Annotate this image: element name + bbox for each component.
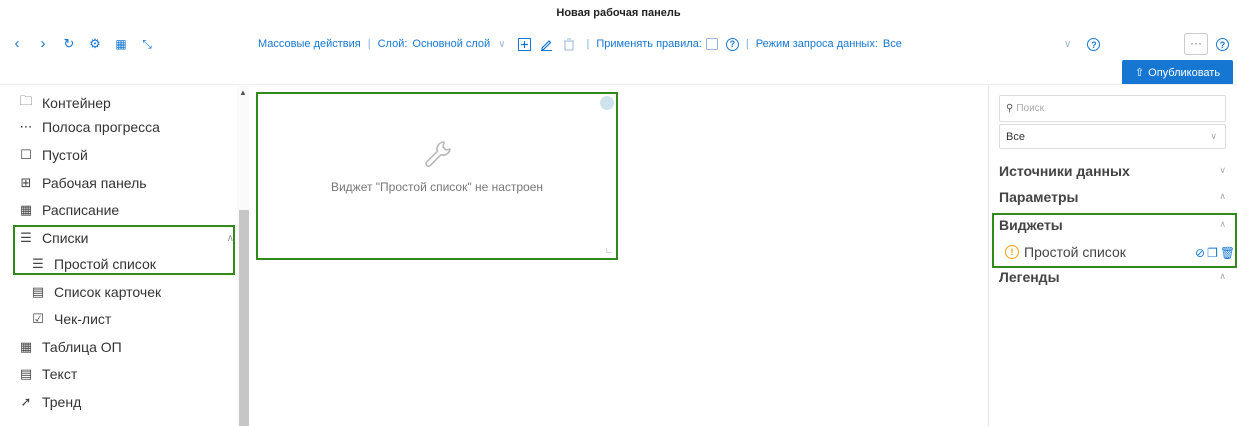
palette-item-checklist[interactable]: ☑ Чек-лист	[30, 311, 111, 327]
palette-item-label: Тренд	[42, 394, 82, 410]
widget-list-item[interactable]: ! Простой список	[1005, 244, 1126, 260]
separator: |	[367, 38, 371, 50]
checkbox-icon: ☑	[32, 311, 44, 326]
palette-item-label: Чек-лист	[54, 311, 112, 327]
delete-icon[interactable]: 🗑	[1220, 246, 1235, 260]
widget-not-configured-message: Виджет "Простой список" не настроен	[330, 180, 544, 194]
chevron-up-icon: ∧	[1219, 191, 1226, 201]
scrollbar-thumb[interactable]	[239, 210, 249, 426]
data-mode-select[interactable]: Все	[883, 38, 902, 50]
palette-item-label: Пустой	[42, 147, 88, 163]
help-icon[interactable]: ?	[725, 37, 739, 51]
chevron-down-icon: ∨	[1219, 165, 1226, 175]
chevron-down-icon[interactable]: ∨	[1064, 39, 1071, 50]
search-input[interactable]: ⚲ Поиск	[999, 95, 1226, 122]
palette-item-card-list[interactable]: ▤ Список карточек	[30, 284, 161, 300]
more-button[interactable]: ···	[1184, 33, 1208, 55]
scroll-up-arrow[interactable]: ▲	[239, 88, 247, 97]
separator: |	[586, 38, 590, 50]
section-label: Источники данных	[999, 163, 1130, 179]
apply-rules-checkbox[interactable]	[705, 38, 718, 50]
chevron-down-icon: ∨	[1210, 131, 1217, 141]
hide-icon[interactable]: ⊘	[1195, 246, 1205, 260]
progress-dots-icon: ⋯	[19, 119, 33, 134]
palette-item-progress[interactable]: ⋯ Полоса прогресса	[18, 119, 160, 135]
text-icon: ▤	[19, 366, 33, 381]
publish-button[interactable]: ⇧ Опубликовать	[1122, 60, 1233, 85]
toolbar-main: Массовые действия | Слой: Основной слой …	[258, 37, 902, 51]
wrench-icon	[425, 141, 451, 167]
section-parameters[interactable]: Параметры ∧	[999, 189, 1226, 205]
widget-item-label: Простой список	[1024, 244, 1126, 260]
palette-item-label: Рабочая панель	[42, 175, 147, 191]
help-icon[interactable]: ?	[1216, 38, 1229, 51]
trend-icon: ➚	[20, 394, 32, 409]
palette-item-label: Таблица ОП	[42, 339, 122, 355]
gear-icon[interactable]: ⚙	[88, 36, 102, 52]
toolbar: ‹ › ↻ ⚙ ▦ ⤡ Массовые действия | Слой: Ос…	[0, 32, 1237, 58]
edit-icon[interactable]	[540, 37, 554, 51]
square-icon: ☐	[20, 147, 32, 162]
chevron-right-icon[interactable]: ›	[36, 36, 50, 52]
folder-icon: 🗀	[19, 93, 33, 108]
section-label: Параметры	[999, 189, 1079, 205]
apply-rules-label: Применять правила:	[596, 38, 702, 50]
chevron-up-icon: ∧	[1219, 271, 1226, 281]
palette-item-dashboard[interactable]: ⊞ Рабочая панель	[18, 175, 147, 191]
palette-item-trend[interactable]: ➚ Тренд	[18, 394, 82, 410]
palette-item-label: Расписание	[42, 202, 120, 218]
delete-icon[interactable]	[562, 37, 576, 51]
grid-icon: ⊞	[20, 175, 32, 190]
layer-label: Слой:	[377, 38, 408, 50]
resize-handle[interactable]: ∟	[605, 246, 613, 255]
palette-item-label: Текст	[42, 366, 78, 382]
chevron-down-icon[interactable]: ∨	[498, 39, 505, 50]
divider	[0, 84, 1237, 85]
palette-item-text[interactable]: ▤ Текст	[18, 366, 77, 382]
palette-item-label: Список карточек	[54, 284, 162, 300]
table-icon: ▦	[19, 339, 33, 354]
data-mode-label: Режим запроса данных:	[755, 38, 878, 50]
fullscreen-icon[interactable]: ⤡	[140, 36, 154, 52]
publish-label: Опубликовать	[1148, 66, 1221, 79]
dashboard-icon[interactable]: ▦	[114, 36, 128, 52]
filter-value: Все	[1006, 130, 1025, 143]
bulk-actions-link[interactable]: Массовые действия	[258, 38, 361, 50]
separator: |	[745, 38, 749, 50]
layer-select[interactable]: Основной слой	[412, 38, 490, 50]
data-mode-controls: ∨ ?	[1064, 38, 1101, 51]
nav-icons: ‹ › ↻ ⚙ ▦ ⤡	[10, 36, 154, 52]
section-label: Легенды	[999, 269, 1060, 285]
search-placeholder: Поиск	[1016, 103, 1045, 114]
add-widget-icon[interactable]	[518, 37, 532, 51]
section-legends[interactable]: Легенды ∧	[999, 269, 1226, 285]
palette-item-container[interactable]: 🗀 Контейнер	[18, 92, 111, 114]
chevron-left-icon[interactable]: ‹	[10, 36, 24, 52]
palette-item-label: Контейнер	[42, 95, 111, 111]
page-title: Новая рабочая панель	[556, 7, 681, 19]
section-data-sources[interactable]: Источники данных ∨	[999, 163, 1226, 179]
palette-item-label: Полоса прогресса	[42, 119, 160, 135]
palette-item-schedule[interactable]: ▦ Расписание	[18, 202, 119, 218]
highlight-box	[13, 225, 235, 275]
search-icon: ⚲	[1006, 103, 1014, 114]
refresh-icon[interactable]: ↻	[62, 36, 76, 52]
widget-handle[interactable]	[600, 96, 614, 110]
upload-icon: ⇧	[1134, 67, 1145, 79]
filter-select[interactable]: Все ∨	[999, 124, 1226, 149]
widget-row-actions: ⊘ ❐ 🗑	[1195, 246, 1235, 260]
palette-item-empty[interactable]: ☐ Пустой	[18, 147, 88, 163]
cards-icon: ▤	[31, 284, 45, 299]
copy-icon[interactable]: ❐	[1207, 246, 1218, 260]
help-icon[interactable]: ?	[1087, 38, 1101, 51]
simple-list-widget[interactable]: Виджет "Простой список" не настроен ∟	[256, 92, 618, 260]
warning-icon: !	[1005, 245, 1019, 259]
palette-item-table[interactable]: ▦ Таблица ОП	[18, 339, 122, 355]
calendar-icon: ▦	[19, 202, 33, 217]
